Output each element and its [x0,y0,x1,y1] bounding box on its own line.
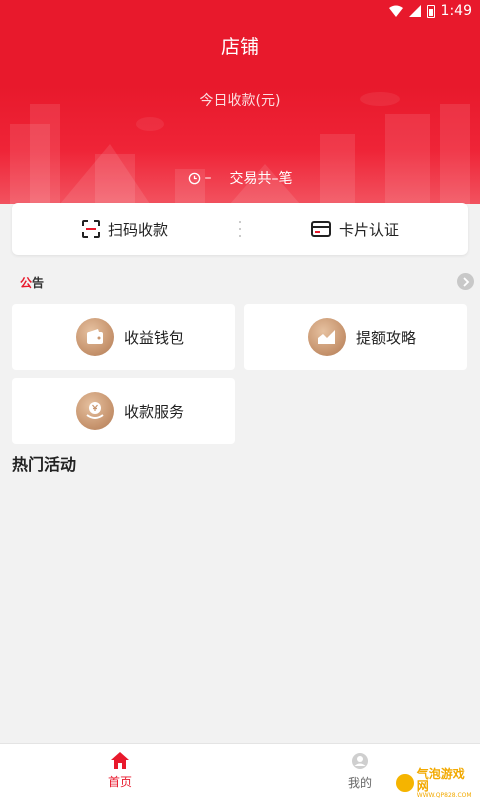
watermark-logo-icon [396,774,414,792]
nav-home[interactable]: 首页 [0,744,240,800]
payment-service-label: 收款服务 [124,402,185,421]
chart-trend-icon [308,318,346,356]
limit-guide-tile[interactable]: 提额攻略 [244,304,467,370]
notice-tag: 公告 [12,274,44,291]
scan-collect-button[interactable]: 扫码收款 [12,203,238,255]
signal-icon [408,5,421,17]
site-watermark: 气泡游戏网 WWW.QP828.COM [396,766,476,799]
trade-time: – [204,170,212,186]
page-title: 店铺 [220,36,259,58]
chevron-right-icon[interactable] [457,273,474,290]
watermark-text: 气泡游戏网 [416,766,465,793]
nav-mine-label: 我的 [347,776,372,790]
user-icon [352,753,368,769]
card-icon [310,221,331,237]
home-icon [111,752,129,769]
limit-guide-label: 提额攻略 [356,328,417,347]
notice-tag-rest: 告 [32,275,45,290]
scan-collect-label: 扫码收款 [107,220,168,239]
yen-hand-icon [76,392,114,430]
nav-home-label: 首页 [107,775,132,789]
trade-count: 交易共–笔 [229,171,293,187]
hot-activities-title: 热门活动 [12,455,77,474]
notice-bar[interactable]: 公告 [12,271,474,293]
payment-service-tile[interactable]: 收款服务 [12,378,235,444]
store-header: 店铺 今日收款(元) – 交易共–笔 [0,24,480,204]
status-time: 1:49 [440,3,472,19]
earnings-wallet-label: 收益钱包 [124,328,185,347]
notice-tag-first: 公 [20,275,33,290]
today-collection-label: 今日收款(元) [199,93,281,109]
battery-icon [426,4,435,18]
watermark-subtext: WWW.QP828.COM [416,791,472,799]
status-bar: 1:49 [0,0,480,24]
quick-actions-card: 扫码收款 卡片认证 [12,203,468,255]
wifi-icon [388,5,403,17]
wallet-icon [76,318,114,356]
card-verify-button[interactable]: 卡片认证 [242,203,468,255]
scan-icon [81,220,100,238]
earnings-wallet-tile[interactable]: 收益钱包 [12,304,235,370]
trade-summary: – 交易共–笔 [0,168,480,188]
card-verify-label: 卡片认证 [338,220,399,239]
clock-icon [188,172,200,184]
